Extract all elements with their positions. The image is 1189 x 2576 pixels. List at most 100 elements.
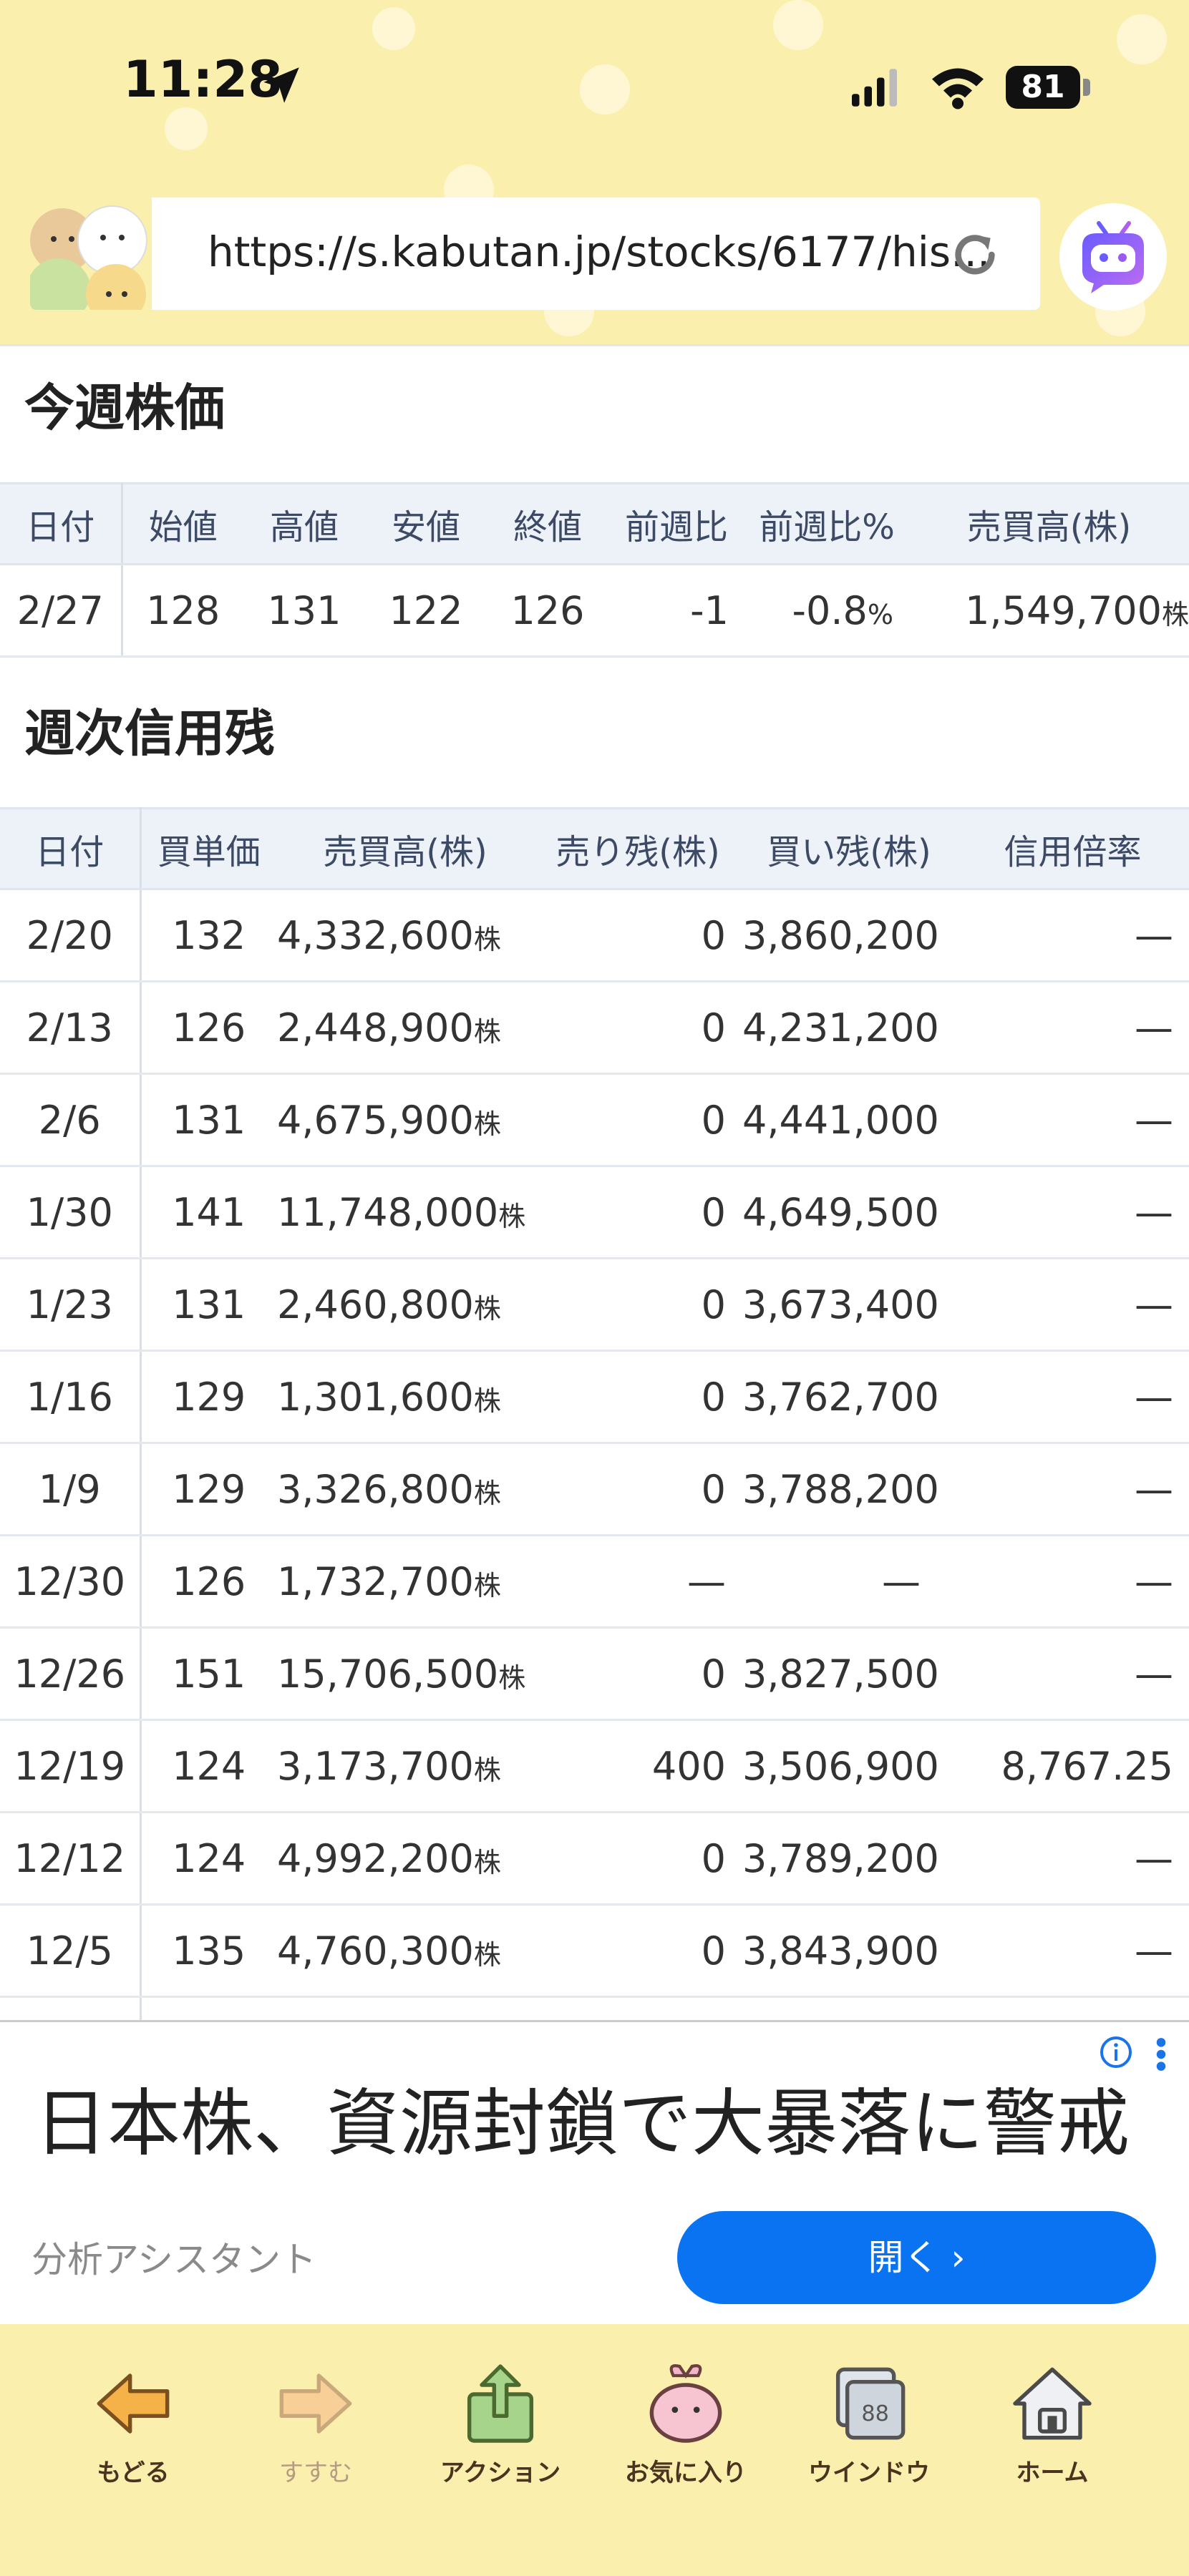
- column-header: 買単価: [140, 807, 276, 890]
- price-cell: 131: [140, 1073, 276, 1167]
- reload-icon[interactable]: [946, 226, 1004, 283]
- volume-value: 4,675,900: [277, 1097, 474, 1143]
- buy-balance-cell: 3,506,900: [742, 1719, 956, 1813]
- volume-value: 1,301,600: [277, 1374, 474, 1420]
- volume-cell: 15,706,500株: [276, 1627, 534, 1721]
- column-header: 売買高(株): [909, 482, 1189, 565]
- column-header: 買い残(株): [742, 807, 956, 890]
- volume-cell: 2,328,100株: [276, 1996, 534, 2022]
- volume-value: 4,760,300: [277, 1928, 474, 1974]
- volume-cell: 4,992,200株: [276, 1812, 534, 1906]
- price-cell: 132: [140, 889, 276, 982]
- price-cell: 124: [140, 1719, 276, 1813]
- column-header: 日付: [0, 807, 142, 890]
- change-pct-cell: -0.8%: [744, 564, 909, 658]
- volume-value: 2,448,900: [277, 1005, 474, 1050]
- sell-balance-cell: 0: [534, 1812, 742, 1906]
- robot-assistant-icon: [1082, 221, 1144, 293]
- margin-ratio-cell: —: [956, 1812, 1189, 1906]
- volume-unit: 株: [473, 1938, 501, 1971]
- volume-cell: 4,332,600株: [276, 889, 534, 982]
- buy-balance-cell: 4,231,200: [742, 981, 956, 1075]
- date-cell: 2/6: [0, 1073, 142, 1167]
- margin-ratio-cell: —: [956, 1258, 1189, 1352]
- tabs-icon: 88: [835, 2367, 906, 2440]
- wifi-icon: [932, 68, 984, 109]
- favorites-button[interactable]: お気に入り: [614, 2357, 757, 2488]
- margin-ratio-cell: —: [956, 1627, 1189, 1721]
- margin-ratio-cell: 1,374.00: [956, 1996, 1189, 2022]
- table-row: 11/281502,328,100株3,0004,122,0001,374.00: [0, 1996, 1189, 2022]
- sell-balance-cell: 0: [534, 1627, 742, 1721]
- back-label: もどる: [97, 2459, 170, 2487]
- volume-value: 4,992,200: [277, 1835, 474, 1881]
- home-button[interactable]: ホーム: [981, 2357, 1124, 2488]
- action-button[interactable]: アクション: [429, 2357, 572, 2488]
- windows-button[interactable]: 88 ウインドウ: [797, 2357, 941, 2488]
- volume-unit: 株: [473, 1015, 501, 1048]
- price-cell: 135: [140, 1904, 276, 1998]
- buy-balance-cell: 4,441,000: [742, 1073, 956, 1167]
- sell-balance-cell: 0: [534, 1904, 742, 1998]
- volume-unit: 株: [473, 1754, 501, 1786]
- margin-ratio-cell: —: [956, 1904, 1189, 1998]
- volume-value: 3,173,700: [277, 1743, 474, 1789]
- date-cell: 12/30: [0, 1535, 142, 1629]
- date-cell: 1/23: [0, 1258, 142, 1352]
- margin-ratio-cell: —: [956, 1535, 1189, 1629]
- cellular-signal-icon: [852, 69, 897, 107]
- margin-ratio-cell: —: [956, 1350, 1189, 1444]
- volume-cell: 3,326,800株: [276, 1443, 534, 1536]
- buy-balance-cell: —: [742, 1535, 956, 1629]
- sell-balance-cell: 0: [534, 889, 742, 982]
- buy-balance-cell: 4,649,500: [742, 1166, 956, 1259]
- price-cell: 151: [140, 1627, 276, 1721]
- buy-balance-cell: 3,788,200: [742, 1443, 956, 1536]
- margin-ratio-cell: —: [956, 981, 1189, 1075]
- volume-unit: 株: [473, 1292, 501, 1324]
- url-bar[interactable]: https://s.kabutan.jp/stocks/6177/his...: [30, 197, 1040, 310]
- column-header: 信用倍率: [956, 807, 1189, 890]
- ad-open-button[interactable]: 開く ›: [677, 2211, 1156, 2304]
- more-options-icon[interactable]: [1154, 2036, 1168, 2072]
- ad-open-label: 開く: [868, 2237, 940, 2278]
- ad-headline[interactable]: 日本株、資源封鎖で大暴落に警戒: [34, 2065, 1130, 2170]
- volume-unit: 株: [473, 1569, 501, 1601]
- table-row: 12/5 135 4,760,300株 0 3,843,900—: [0, 1904, 1189, 1998]
- volume-cell: 4,675,900株: [276, 1073, 534, 1167]
- volume-unit: 株: [1161, 598, 1189, 630]
- margin-ratio-cell: 8,767.25: [956, 1719, 1189, 1813]
- forward-button[interactable]: すすむ: [244, 2357, 387, 2488]
- back-button[interactable]: もどる: [62, 2357, 205, 2488]
- volume-value: 11,748,000: [277, 1189, 499, 1235]
- ai-assistant-button[interactable]: [1059, 203, 1167, 311]
- info-icon[interactable]: [1099, 2035, 1133, 2069]
- window-count: 88: [861, 2401, 889, 2426]
- home-icon: [1013, 2367, 1092, 2440]
- buy-balance-cell: 3,673,400: [742, 1258, 956, 1352]
- date-cell: 12/26: [0, 1627, 142, 1721]
- sell-balance-cell: 0: [534, 981, 742, 1075]
- buy-balance-cell: 3,860,200: [742, 889, 956, 982]
- column-header: 前週比: [608, 482, 744, 565]
- ad-banner[interactable]: 日本株、資源封鎖で大暴落に警戒 分析アシスタント 開く ›: [0, 2020, 1189, 2326]
- table-row: 2/20 132 4,332,600株 0 3,860,200—: [0, 889, 1189, 982]
- sell-balance-cell: 0: [534, 1350, 742, 1444]
- price-cell: 126: [140, 1535, 276, 1629]
- date-cell: 12/12: [0, 1812, 142, 1906]
- volume-value: 15,706,500: [277, 1651, 499, 1697]
- table-row: 2/6 131 4,675,900株 0 4,441,000—: [0, 1073, 1189, 1167]
- pct-unit: %: [867, 598, 893, 630]
- volume-value: 2,460,800: [277, 1282, 474, 1327]
- volume-cell: 3,173,700株: [276, 1719, 534, 1813]
- sell-balance-cell: —: [534, 1535, 742, 1629]
- chevron-right-icon: ›: [951, 2237, 966, 2278]
- volume-cell: 2,460,800株: [276, 1258, 534, 1352]
- background-dot: [580, 64, 630, 114]
- volume-unit: 株: [498, 1200, 526, 1232]
- url-text: https://s.kabutan.jp/stocks/6177/his...: [208, 228, 991, 276]
- volume-cell: 1,301,600株: [276, 1350, 534, 1444]
- date-cell: 12/5: [0, 1904, 142, 1998]
- table-row: 12/26 151 15,706,500株 0 3,827,500—: [0, 1627, 1189, 1721]
- column-header: 始値: [122, 482, 243, 565]
